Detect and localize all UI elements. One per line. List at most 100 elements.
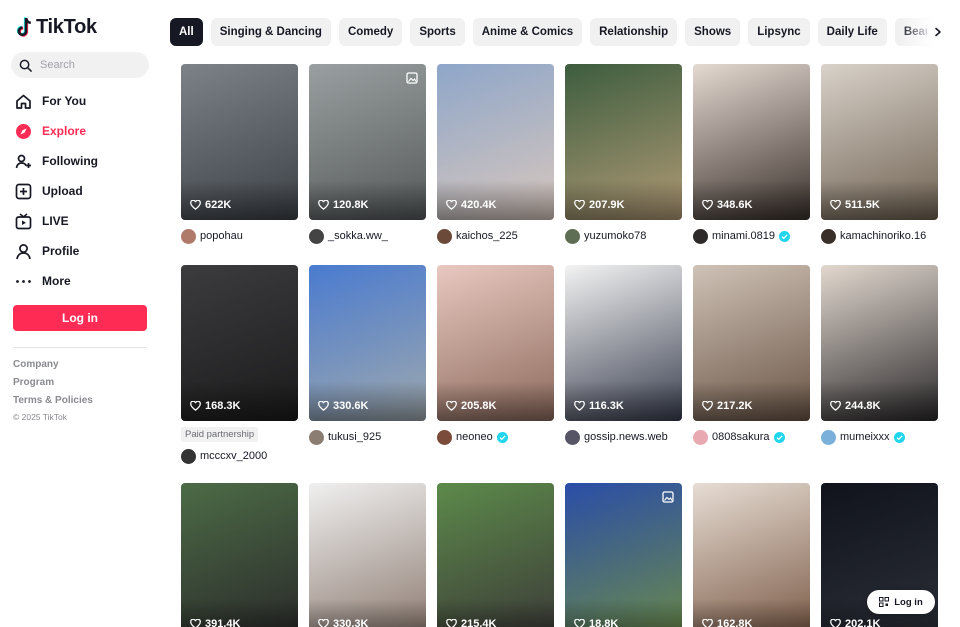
following-icon	[15, 154, 31, 168]
like-count: 215.4K	[446, 618, 496, 627]
like-count: 511.5K	[830, 199, 880, 211]
photo-post-icon	[406, 72, 418, 84]
login-button[interactable]: Log in	[13, 305, 147, 331]
nav-item-more[interactable]: More	[15, 266, 98, 296]
heart-icon	[190, 200, 201, 210]
video-card: 120.8K _sokka.ww_	[309, 64, 426, 244]
category-tab-shows[interactable]: Shows	[685, 18, 741, 46]
author-username: mcccxv_2000	[200, 450, 268, 462]
like-count: 391.4K	[190, 618, 240, 627]
like-count: 162.8K	[702, 618, 752, 627]
like-count: 207.9K	[574, 199, 624, 211]
like-count-value: 215.4K	[461, 618, 497, 627]
video-thumbnail[interactable]: 168.3K	[181, 265, 298, 421]
category-tab-comedy[interactable]: Comedy	[338, 18, 403, 46]
verified-badge-icon	[773, 431, 785, 443]
video-author[interactable]: minami.0819	[693, 228, 810, 244]
like-count-value: 217.2K	[717, 400, 753, 412]
like-count-value: 330.6K	[333, 400, 369, 412]
verified-badge-icon	[778, 230, 790, 242]
nav-item-for-you[interactable]: For You	[15, 86, 98, 116]
like-count-value: 244.8K	[845, 400, 881, 412]
video-thumbnail[interactable]: 420.4K	[437, 64, 554, 220]
video-author[interactable]: gossip.news.web	[565, 429, 682, 445]
live-icon	[15, 212, 32, 229]
author-username: kaichos_225	[456, 230, 518, 242]
video-thumbnail[interactable]: 215.4K	[437, 483, 554, 627]
footer-link-program[interactable]: Program	[13, 376, 93, 394]
like-count: 244.8K	[830, 400, 880, 412]
video-author[interactable]: yuzumoko78	[565, 228, 682, 244]
sidebar-footer: Company Program Terms & Policies © 2025 …	[13, 358, 93, 422]
nav-item-label: Profile	[42, 244, 80, 258]
video-thumbnail[interactable]: 348.6K	[693, 64, 810, 220]
video-author[interactable]: tukusi_925	[309, 429, 426, 445]
video-thumbnail[interactable]: 207.9K	[565, 64, 682, 220]
like-count: 622K	[190, 199, 231, 211]
category-tab-all[interactable]: All	[170, 18, 203, 46]
heart-icon	[190, 619, 201, 627]
category-tab-relationship[interactable]: Relationship	[590, 18, 678, 46]
footer-link-company[interactable]: Company	[13, 358, 93, 376]
heart-icon	[190, 401, 201, 411]
logo-text: TikTok	[36, 16, 97, 38]
floating-login-button[interactable]: Log in	[867, 590, 935, 614]
like-count: 330.3K	[318, 618, 368, 627]
video-thumbnail[interactable]: 391.4K	[181, 483, 298, 627]
category-next-button[interactable]	[927, 21, 949, 43]
like-count: 217.2K	[702, 400, 752, 412]
video-thumbnail[interactable]: 622K	[181, 64, 298, 220]
search-input[interactable]	[40, 59, 140, 71]
nav-item-explore[interactable]: Explore	[15, 116, 98, 146]
video-author[interactable]: neoneo	[437, 429, 554, 445]
author-username: popohau	[200, 230, 243, 242]
like-count-value: 162.8K	[717, 618, 753, 627]
category-tab-sports[interactable]: Sports	[410, 18, 465, 46]
like-count: 18.8K	[574, 618, 618, 627]
video-author[interactable]: popohau	[181, 228, 298, 244]
video-thumbnail[interactable]: 244.8K	[821, 265, 938, 421]
video-author[interactable]: mumeixxx	[821, 429, 938, 445]
video-thumbnail[interactable]: 116.3K	[565, 265, 682, 421]
heart-icon	[446, 401, 457, 411]
video-thumbnail[interactable]: 120.8K	[309, 64, 426, 220]
nav-item-live[interactable]: LIVE	[15, 206, 98, 236]
category-tab-lipsync[interactable]: Lipsync	[748, 18, 810, 46]
video-thumbnail[interactable]: 511.5K	[821, 64, 938, 220]
avatar	[693, 228, 708, 244]
author-username: _sokka.ww_	[328, 230, 388, 242]
category-tab-anime-comics[interactable]: Anime & Comics	[472, 18, 583, 46]
nav-item-profile[interactable]: Profile	[15, 236, 98, 266]
video-thumbnail[interactable]: 330.6K	[309, 265, 426, 421]
like-count-value: 511.5K	[845, 199, 880, 211]
author-username: gossip.news.web	[584, 431, 668, 443]
avatar	[181, 228, 196, 244]
tiktok-logo[interactable]: TikTok	[15, 16, 97, 39]
video-author[interactable]: _sokka.ww_	[309, 228, 426, 244]
nav-item-upload[interactable]: Upload	[15, 176, 98, 206]
video-thumbnail[interactable]: 205.8K	[437, 265, 554, 421]
author-username: yuzumoko78	[584, 230, 647, 242]
nav-item-following[interactable]: Following	[15, 146, 98, 176]
video-author[interactable]: kaichos_225	[437, 228, 554, 244]
video-card: 205.8K neoneo	[437, 265, 554, 445]
category-tab-singing-dancing[interactable]: Singing & Dancing	[210, 18, 331, 46]
video-thumbnail[interactable]: 162.8K	[693, 483, 810, 627]
video-card: 244.8K mumeixxx	[821, 265, 938, 445]
footer-link-terms[interactable]: Terms & Policies	[13, 394, 93, 412]
heart-icon	[830, 200, 841, 210]
category-tab-daily-life[interactable]: Daily Life	[817, 18, 887, 46]
verified-badge-icon	[496, 431, 508, 443]
avatar	[821, 429, 836, 445]
profile-icon	[16, 243, 31, 259]
nav-item-label: Following	[42, 154, 98, 168]
video-author[interactable]: mcccxv_2000	[181, 448, 298, 464]
avatar	[565, 429, 580, 445]
video-thumbnail[interactable]: 18.8K	[565, 483, 682, 627]
video-thumbnail[interactable]: 330.3K	[309, 483, 426, 627]
video-author[interactable]: 0808sakura	[693, 429, 810, 445]
video-author[interactable]: kamachinoriko.16	[821, 228, 938, 244]
avatar	[181, 448, 196, 464]
video-thumbnail[interactable]: 217.2K	[693, 265, 810, 421]
search-box[interactable]	[11, 52, 149, 78]
